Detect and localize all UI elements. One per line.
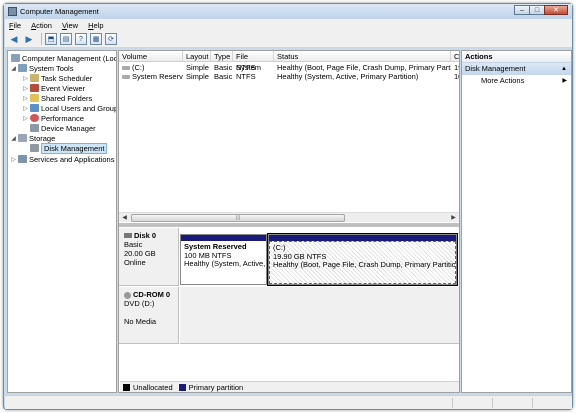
expand-icon[interactable]: ▷: [22, 85, 29, 92]
tools-icon: [18, 64, 27, 72]
tree-item-event-viewer[interactable]: ▷ Event Viewer: [22, 83, 85, 93]
col-type[interactable]: Type: [211, 51, 233, 62]
partition-c[interactable]: (C:) 19.90 GB NTFS Healthy (Boot, Page F…: [267, 233, 458, 286]
services-icon: [18, 155, 27, 163]
properties-icon[interactable]: ▦: [90, 33, 102, 45]
app-window: Computer Management – □ ✕ File Action Vi…: [3, 3, 573, 410]
refresh-icon[interactable]: ⟳: [105, 33, 117, 45]
status-bar: [5, 395, 572, 409]
maximize-button[interactable]: □: [529, 5, 545, 15]
expand-icon[interactable]: ▷: [22, 105, 29, 112]
disk-0-label[interactable]: Disk 0 Basic 20.00 GB Online: [119, 228, 179, 286]
tree-item-device-manager[interactable]: Device Manager: [22, 123, 96, 133]
collapse-icon[interactable]: ◢: [10, 65, 17, 72]
volume-icon: [122, 66, 130, 70]
disk-management-pane: Volume Layout Type File System Status C …: [118, 50, 460, 393]
disk-icon: [124, 233, 132, 238]
menu-view[interactable]: View: [62, 21, 78, 30]
volume-list-header: Volume Layout Type File System Status C: [119, 51, 459, 72]
menu-bar: File Action View Help: [5, 19, 572, 31]
title-bar[interactable]: Computer Management – □ ✕: [4, 4, 572, 19]
col-capacity[interactable]: C: [451, 51, 459, 62]
splitter[interactable]: [119, 223, 459, 227]
users-icon: [30, 104, 39, 112]
folder-icon: [30, 94, 39, 102]
expand-icon[interactable]: ▷: [22, 75, 29, 82]
cdrom-icon: [124, 291, 131, 299]
storage-icon: [18, 134, 27, 142]
table-row[interactable]: (C:) Simple Basic NTFS Healthy (Boot, Pa…: [119, 63, 459, 72]
computer-icon: [11, 54, 20, 62]
console-tree: Computer Management (Local ◢ System Tool…: [7, 50, 117, 393]
forward-arrow-icon[interactable]: ▶: [23, 33, 35, 45]
close-button[interactable]: ✕: [544, 5, 568, 15]
tree-item-local-users[interactable]: ▷ Local Users and Groups: [22, 103, 116, 113]
menu-file[interactable]: File: [9, 21, 21, 30]
expand-icon[interactable]: ▷: [22, 95, 29, 102]
partition-system-reserved[interactable]: System Reserved 100 MB NTFS Healthy (Sys…: [180, 234, 267, 285]
more-actions-item[interactable]: More Actions ▶: [462, 75, 571, 87]
actions-header: Actions: [462, 51, 571, 63]
primary-partition-swatch: [178, 384, 186, 391]
window-title: Computer Management: [20, 7, 99, 16]
scroll-thumb[interactable]: |||: [131, 214, 345, 222]
cdrom-empty-area: [180, 287, 459, 344]
expand-icon[interactable]: ▷: [22, 115, 29, 122]
actions-section-disk-management[interactable]: Disk Management ▲: [462, 63, 571, 75]
help-icon[interactable]: ?: [75, 33, 87, 45]
clock-icon: [30, 74, 39, 82]
legend: Unallocated Primary partition: [120, 381, 459, 392]
table-row[interactable]: System Reserved Simple Basic NTFS Health…: [119, 72, 459, 81]
show-hide-tree-icon[interactable]: ▤: [60, 33, 72, 45]
event-viewer-icon: [30, 84, 39, 92]
up-folder-icon[interactable]: ⬒: [45, 33, 57, 45]
performance-icon: [30, 114, 39, 122]
computer-management-icon: [8, 7, 17, 16]
menu-help[interactable]: Help: [88, 21, 103, 30]
col-layout[interactable]: Layout: [183, 51, 211, 62]
scroll-left-icon[interactable]: ◀: [120, 214, 129, 222]
tree-item-root[interactable]: Computer Management (Local: [10, 53, 116, 63]
col-file-system[interactable]: File System: [233, 51, 274, 72]
device-manager-icon: [30, 124, 39, 132]
menu-action[interactable]: Action: [31, 21, 52, 30]
cdrom-0-label[interactable]: CD-ROM 0 DVD (D:) No Media: [119, 287, 179, 344]
collapse-icon[interactable]: ◢: [10, 135, 17, 142]
toolbar: ◀ ▶ ⬒ ▤ ? ▦ ⟳: [5, 31, 572, 48]
scroll-right-icon[interactable]: ▶: [449, 214, 458, 222]
submenu-arrow-icon: ▶: [562, 78, 567, 84]
back-arrow-icon[interactable]: ◀: [8, 33, 20, 45]
volume-icon: [122, 75, 130, 79]
horizontal-scrollbar[interactable]: ◀ ||| ▶: [119, 212, 459, 222]
tree-item-shared-folders[interactable]: ▷ Shared Folders: [22, 93, 92, 103]
tree-item-system-tools[interactable]: ◢ System Tools: [10, 63, 73, 73]
unallocated-swatch: [123, 384, 130, 391]
tree-item-storage[interactable]: ◢ Storage: [10, 133, 55, 143]
collapse-caret-icon[interactable]: ▲: [561, 63, 567, 75]
tree-item-task-scheduler[interactable]: ▷ Task Scheduler: [22, 73, 92, 83]
tree-item-services[interactable]: ▷ Services and Applications: [10, 154, 114, 164]
expand-icon[interactable]: ▷: [10, 156, 17, 163]
minimize-button[interactable]: –: [514, 5, 530, 15]
tree-item-performance[interactable]: ▷ Performance: [22, 113, 84, 123]
actions-pane: Actions Disk Management ▲ More Actions ▶: [461, 50, 572, 393]
col-volume[interactable]: Volume: [119, 51, 183, 62]
disk-icon: [30, 144, 39, 152]
col-status[interactable]: Status: [274, 51, 451, 62]
tree-item-disk-management[interactable]: Disk Management: [22, 142, 108, 154]
